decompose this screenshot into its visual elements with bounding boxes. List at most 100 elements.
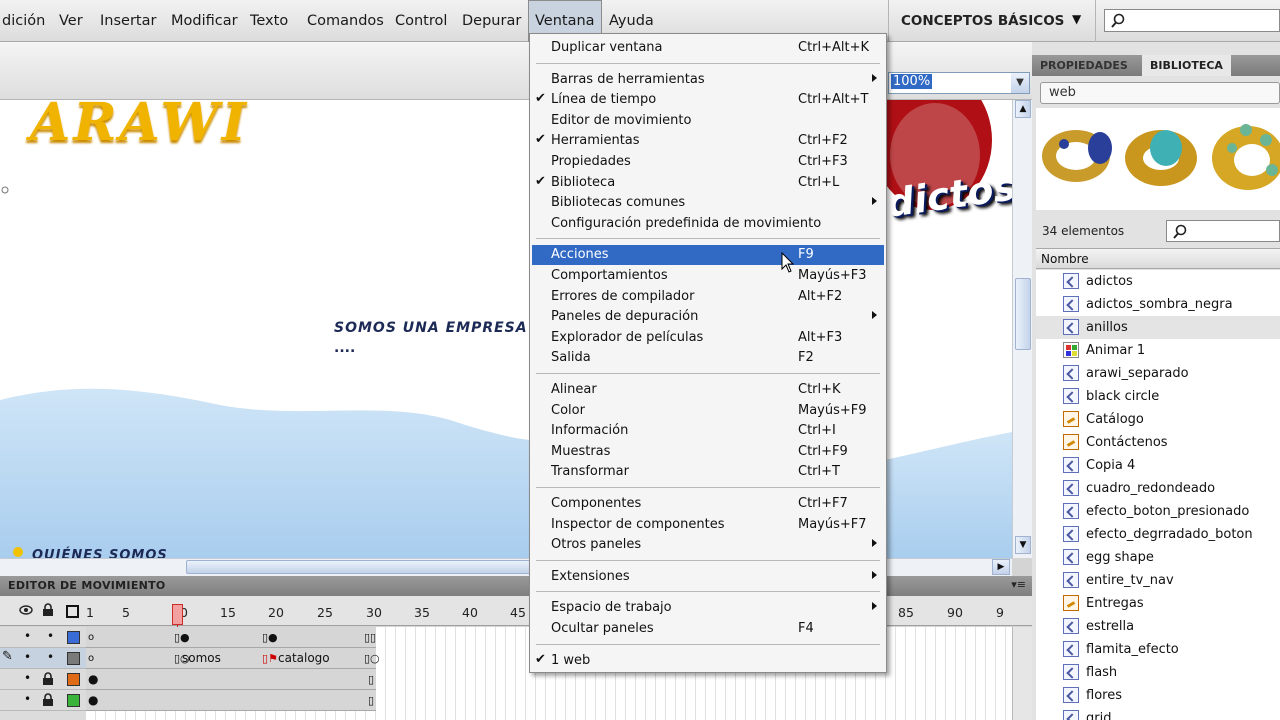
scroll-up-arrow-icon[interactable]: ▲	[1015, 100, 1031, 118]
library-item[interactable]: efecto_degrradado_boton	[1036, 523, 1280, 546]
library-item-name: Copia 4	[1086, 458, 1136, 473]
menu-item[interactable]: Errores de compilador Alt+F2	[532, 287, 884, 307]
lock-icon[interactable]	[42, 603, 54, 620]
library-item[interactable]: Animar 1	[1036, 339, 1280, 362]
library-item[interactable]: cuadro_redondeado	[1036, 477, 1280, 500]
menu-ver[interactable]: Ver	[59, 0, 83, 42]
menu-item[interactable]: Alinear Ctrl+K	[532, 380, 884, 400]
library-item[interactable]: Copia 4	[1036, 454, 1280, 477]
menu-edicion[interactable]: dición	[2, 0, 45, 42]
menu-item[interactable]: Bibliotecas comunes	[532, 193, 884, 213]
library-item[interactable]: adictos_sombra_negra	[1036, 293, 1280, 316]
scroll-right-arrow-icon[interactable]: ▶	[992, 559, 1010, 575]
library-item[interactable]: black circle	[1036, 385, 1280, 408]
layer-row[interactable]: • •	[0, 627, 86, 648]
menu-control[interactable]: Control	[395, 0, 447, 42]
menu-item[interactable]: ✔ Biblioteca Ctrl+L	[532, 173, 884, 193]
pencil-icon: ✎	[2, 649, 13, 664]
menu-item[interactable]: Inspector de componentes Mayús+F7	[532, 515, 884, 535]
menu-item[interactable]: ✔ Herramientas Ctrl+F2	[532, 131, 884, 151]
lock-icon[interactable]	[42, 693, 54, 710]
menu-item[interactable]: ✔ Línea de tiempo Ctrl+Alt+T	[532, 90, 884, 110]
tab-biblioteca[interactable]: BIBLIOTECA	[1142, 55, 1231, 76]
menu-insertar[interactable]: Insertar	[100, 0, 156, 42]
menu-item-label: 1 web	[551, 652, 591, 668]
menu-item[interactable]: Información Ctrl+I	[532, 421, 884, 441]
menu-item[interactable]: Acciones F9	[532, 245, 884, 266]
lock-icon[interactable]	[42, 672, 54, 689]
layer-row-selected[interactable]: ✎ • •	[0, 648, 86, 669]
library-item[interactable]: adictos	[1036, 270, 1280, 293]
library-item[interactable]: Catálogo	[1036, 408, 1280, 431]
menu-depurar[interactable]: Depurar	[462, 0, 521, 42]
panel-menu-icon[interactable]: ▾≡	[1011, 578, 1026, 591]
frame-row[interactable]: o ▯● ▯● ▯▯	[86, 627, 376, 648]
layer-color-swatch[interactable]	[67, 652, 80, 665]
menu-separator	[536, 62, 880, 64]
layer-color-swatch[interactable]	[67, 694, 80, 707]
graphic-symbol-icon	[1063, 319, 1079, 335]
menu-item-shortcut: F4	[798, 621, 814, 636]
library-item-name: anillos	[1086, 320, 1128, 335]
menu-item[interactable]: Componentes Ctrl+F7	[532, 494, 884, 514]
layer-color-swatch[interactable]	[67, 631, 80, 644]
playhead[interactable]	[172, 604, 183, 625]
menu-item[interactable]: Explorador de películas Alt+F3	[532, 328, 884, 348]
eye-icon[interactable]	[19, 604, 33, 620]
library-column-header[interactable]: Nombre	[1036, 248, 1280, 269]
menu-item[interactable]: Configuración predefinida de movimiento	[532, 214, 884, 234]
chevron-down-icon[interactable]: ▼	[1011, 73, 1029, 93]
help-search-input[interactable]	[1104, 9, 1280, 32]
menu-item[interactable]: Transformar Ctrl+T	[532, 462, 884, 482]
motion-editor-tab[interactable]: EDITOR DE MOVIMIENTO	[8, 579, 166, 592]
timeline-scrollbar[interactable]	[1012, 627, 1032, 720]
layer-color-swatch[interactable]	[67, 673, 80, 686]
stage-vertical-scrollbar[interactable]: ▲ ▼	[1012, 100, 1032, 558]
menu-item[interactable]: Propiedades Ctrl+F3	[532, 152, 884, 172]
menu-item[interactable]: Muestras Ctrl+F9	[532, 442, 884, 462]
frame-row[interactable]: ● ▯	[86, 669, 376, 690]
library-item[interactable]: arawi_separado	[1036, 362, 1280, 385]
frame-row-selected[interactable]: o ▯○ somos ▯⚑ catalogo ▯○	[86, 648, 380, 669]
scroll-down-arrow-icon[interactable]: ▼	[1015, 536, 1031, 554]
menu-item[interactable]: Otros paneles	[532, 535, 884, 555]
menu-comandos[interactable]: Comandos	[307, 0, 384, 42]
layer-row[interactable]: •	[0, 690, 86, 711]
checkmark-icon: ✔	[535, 651, 546, 667]
library-item[interactable]: Entregas	[1036, 592, 1280, 615]
library-item[interactable]: efecto_boton_presionado	[1036, 500, 1280, 523]
menu-modificar[interactable]: Modificar	[171, 0, 238, 42]
library-item[interactable]: flamita_efecto	[1036, 638, 1280, 661]
menu-item[interactable]: ✔ 1 web	[532, 651, 884, 671]
frame-row[interactable]: ● ▯	[86, 690, 376, 711]
library-item[interactable]: Contáctenos	[1036, 431, 1280, 454]
layer-row[interactable]: •	[0, 669, 86, 690]
menu-item[interactable]: Espacio de trabajo	[532, 598, 884, 618]
workspace-switcher[interactable]: CONCEPTOS BÁSICOS ▼	[888, 0, 1096, 42]
menu-separator	[536, 559, 880, 561]
menu-item[interactable]: Comportamientos Mayús+F3	[532, 266, 884, 286]
menu-item[interactable]: Editor de movimiento	[532, 111, 884, 131]
library-item[interactable]: grid	[1036, 707, 1280, 720]
menu-item[interactable]: Extensiones	[532, 567, 884, 587]
menu-item[interactable]: Paneles de depuración	[532, 307, 884, 327]
library-search-input[interactable]	[1166, 220, 1280, 242]
scroll-thumb[interactable]	[1015, 278, 1031, 350]
library-item[interactable]: flash	[1036, 661, 1280, 684]
menu-item[interactable]: Ocultar paneles F4	[532, 619, 884, 639]
menu-item[interactable]: Salida F2	[532, 348, 884, 368]
tab-propiedades[interactable]: PROPIEDADES	[1032, 55, 1136, 76]
menu-texto[interactable]: Texto	[250, 0, 288, 42]
library-item[interactable]: entire_tv_nav	[1036, 569, 1280, 592]
library-item[interactable]: estrella	[1036, 615, 1280, 638]
library-item[interactable]: egg shape	[1036, 546, 1280, 569]
zoom-select[interactable]: 100% ▼	[888, 72, 1030, 94]
library-item-name: Entregas	[1086, 596, 1144, 611]
library-document-select[interactable]: web	[1040, 82, 1280, 104]
menu-item[interactable]: Barras de herramientas	[532, 70, 884, 90]
library-item[interactable]: flores	[1036, 684, 1280, 707]
library-item[interactable]: anillos	[1036, 316, 1280, 339]
menu-item[interactable]: Duplicar ventana Ctrl+Alt+K	[532, 38, 884, 58]
menu-item[interactable]: Color Mayús+F9	[532, 401, 884, 421]
outline-icon[interactable]	[66, 605, 79, 618]
